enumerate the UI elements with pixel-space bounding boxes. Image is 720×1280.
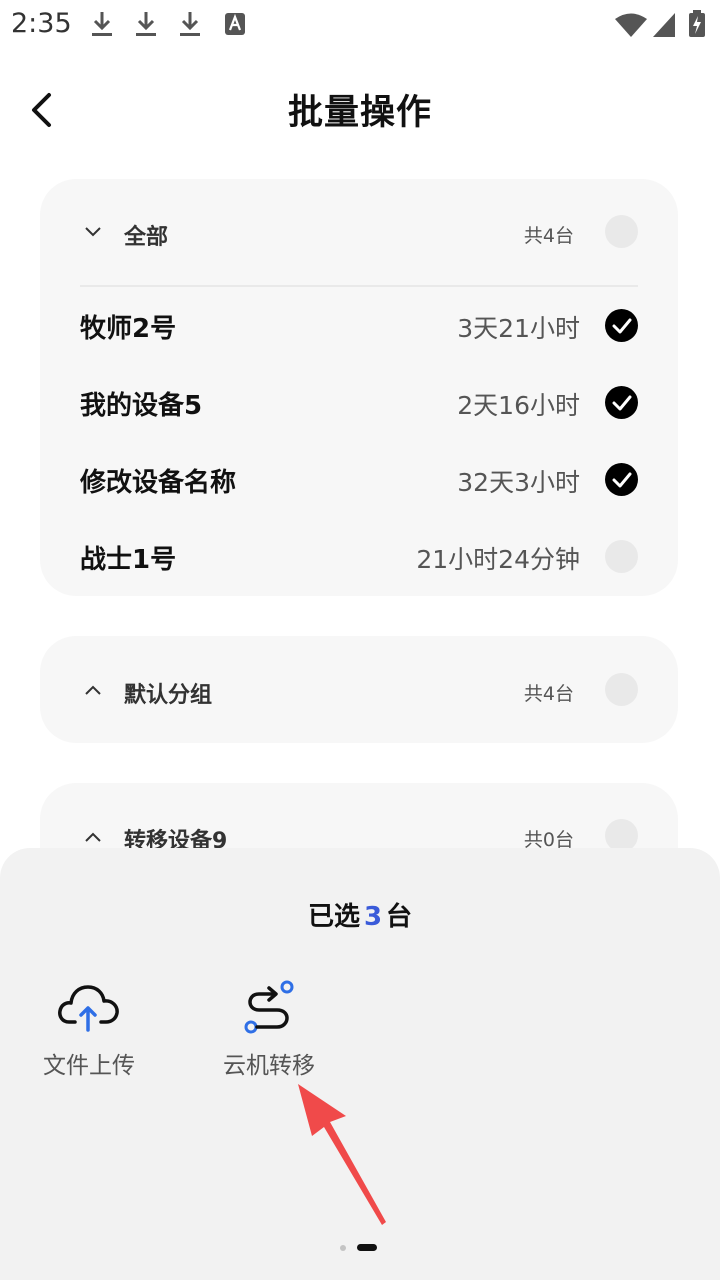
checkmark-icon: [612, 318, 631, 333]
title-prefix: 已选: [307, 902, 360, 932]
checkmark-icon: [612, 395, 631, 410]
battery-charging-icon: [689, 10, 705, 37]
download-icon: [92, 12, 112, 36]
device-remaining-time: 2天16小时: [457, 391, 580, 420]
device-remaining-time: 3天21小时: [457, 314, 580, 343]
chevron-up-icon[interactable]: [82, 826, 104, 848]
file-upload-button[interactable]: 文件上传: [14, 978, 164, 1080]
page-dot-active[interactable]: [357, 1244, 377, 1251]
device-name: 修改设备名称: [80, 468, 237, 498]
group-card-default: 默认分组 共4台: [40, 636, 678, 743]
group-header[interactable]: 默认分组 共4台: [40, 636, 678, 742]
action-label: 云机转移: [223, 1053, 315, 1079]
chevron-up-icon[interactable]: [82, 679, 104, 701]
page-dot[interactable]: [340, 1245, 346, 1251]
device-name: 我的设备5: [80, 391, 203, 421]
device-row[interactable]: 战士1号 21小时24分钟: [40, 527, 678, 587]
group-header[interactable]: 全部 共4台: [40, 179, 678, 285]
checkmark-icon: [612, 472, 631, 487]
device-remaining-time: 32天3小时: [457, 468, 580, 497]
status-bar: 2:35: [0, 0, 720, 50]
download-icon: [136, 12, 156, 36]
title-suffix: 台: [386, 902, 413, 932]
group-name: 默认分组: [124, 683, 213, 708]
device-checkbox-checked[interactable]: [605, 309, 638, 342]
device-checkbox-checked[interactable]: [605, 386, 638, 419]
group-name: 全部: [124, 225, 169, 250]
group-count: 共4台: [523, 225, 574, 247]
device-row[interactable]: 修改设备名称 32天3小时: [40, 450, 678, 510]
cloud-transfer-button[interactable]: 云机转移: [194, 978, 344, 1080]
group-select-checkbox[interactable]: [605, 673, 638, 706]
selected-count: 3: [363, 902, 383, 932]
annotation-arrow-icon: [298, 1084, 386, 1225]
device-name: 战士1号: [80, 545, 177, 575]
device-checkbox[interactable]: [605, 540, 638, 573]
divider: [80, 285, 638, 287]
signal-icon: [653, 13, 675, 37]
device-checkbox-checked[interactable]: [605, 463, 638, 496]
chevron-down-icon[interactable]: [82, 221, 104, 243]
device-remaining-time: 21小时24分钟: [416, 545, 580, 574]
device-row[interactable]: 牧师2号 3天21小时: [40, 296, 678, 356]
transfer-route-icon: [244, 980, 294, 1034]
app-header: 批量操作: [0, 60, 720, 160]
device-row[interactable]: 我的设备5 2天16小时: [40, 373, 678, 433]
status-time: 2:35: [11, 8, 72, 39]
text-a-icon: [225, 13, 245, 35]
cloud-upload-icon: [58, 985, 119, 1032]
device-name: 牧师2号: [80, 314, 177, 344]
selected-count-title: 已选 3 台: [0, 896, 720, 933]
group-card-all: 全部 共4台 牧师2号 3天21小时 我的设备5 2天16小时 修改设备名称 3…: [40, 179, 678, 596]
download-icon: [180, 12, 200, 36]
action-label: 文件上传: [43, 1053, 135, 1079]
group-count: 共4台: [523, 683, 574, 705]
page-title: 批量操作: [287, 93, 432, 133]
wifi-icon: [615, 13, 647, 37]
group-select-checkbox[interactable]: [605, 215, 638, 248]
